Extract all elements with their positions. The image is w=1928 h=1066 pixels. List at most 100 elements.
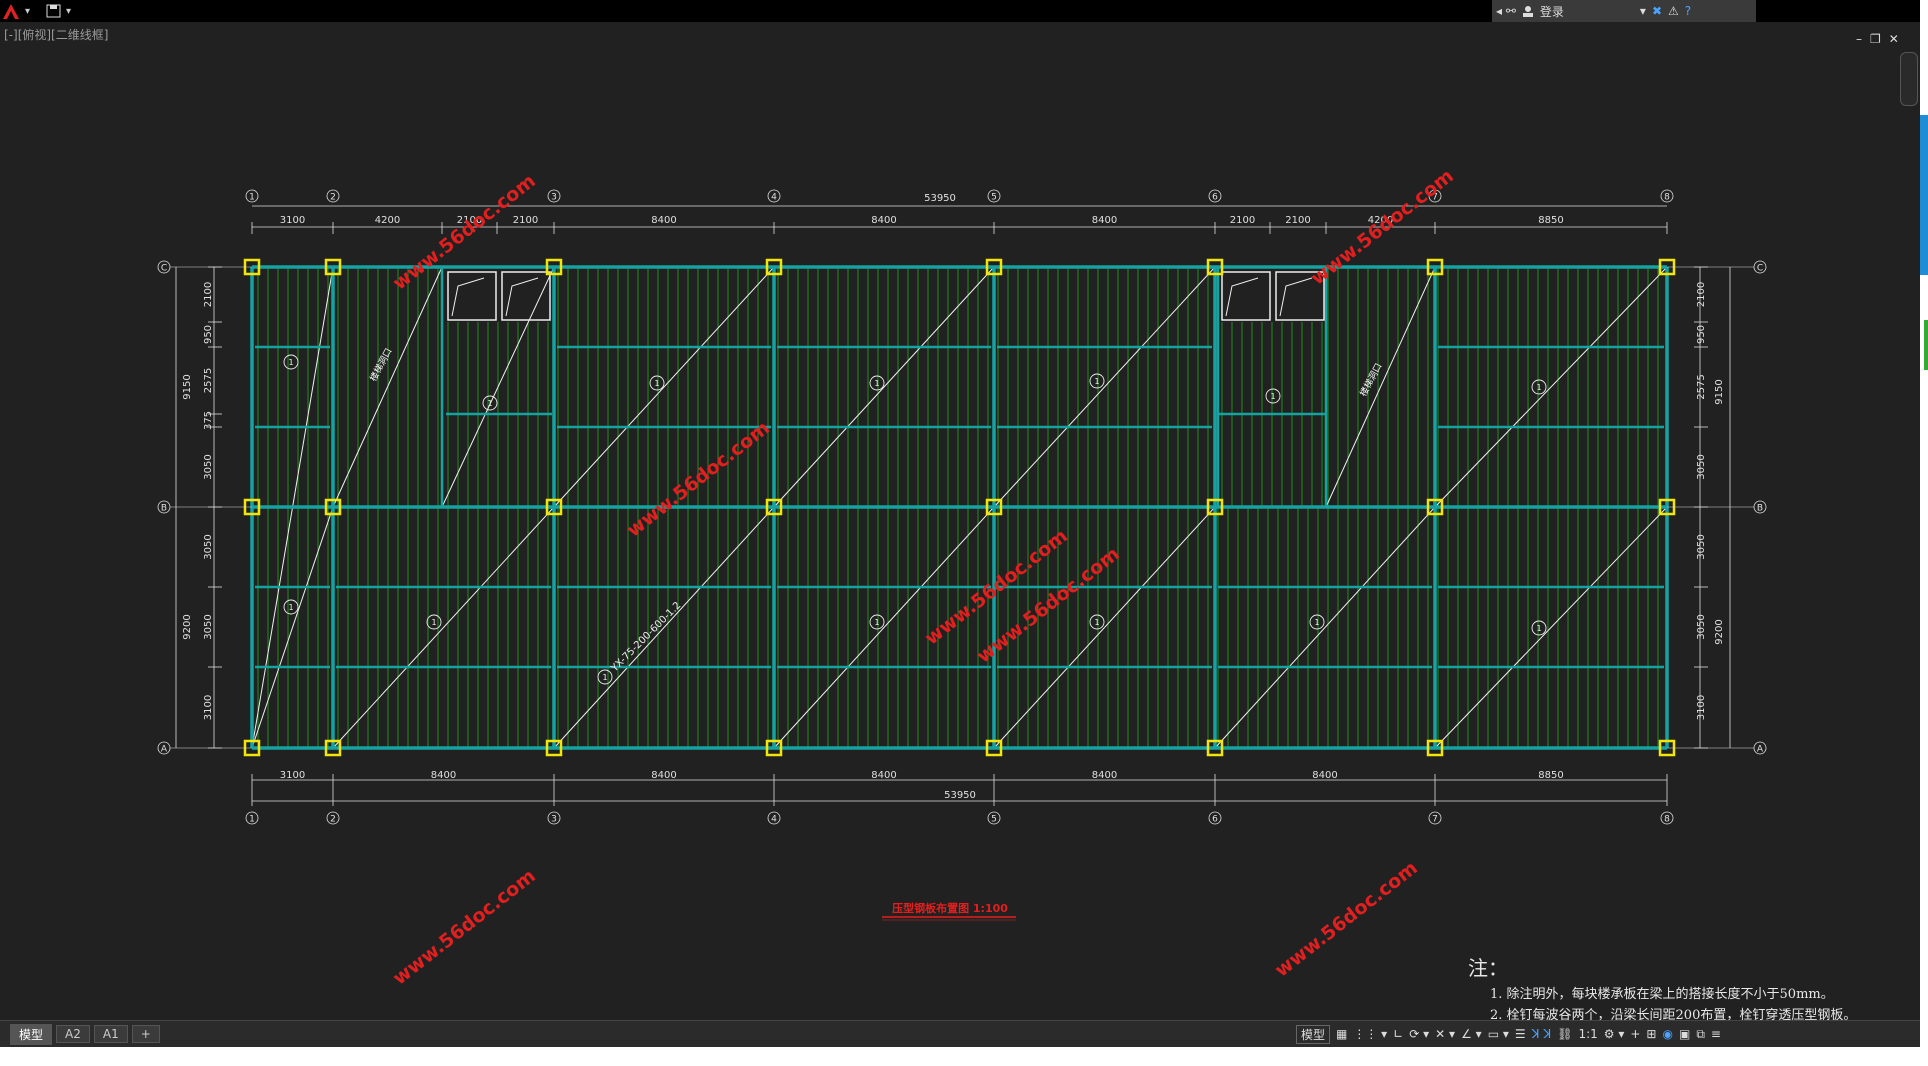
polar-icon[interactable]: ⟳ ▾: [1409, 1027, 1429, 1041]
grid-label: 2: [330, 815, 336, 825]
a360-icon[interactable]: ⚠: [1668, 4, 1679, 18]
notes-heading: 注：: [1468, 956, 1508, 980]
grid-label: 5: [991, 815, 997, 825]
drawing-canvas[interactable]: [-][俯视][二维线框] – ❐ ✕ 楼梯洞口 楼梯洞口 53950 3100 42…: [0, 22, 1920, 1022]
panel-mark-label: 1: [1536, 624, 1541, 633]
clean-screen-icon[interactable]: ⧉: [1696, 1027, 1705, 1042]
grid-label: A: [1757, 745, 1764, 755]
stair-label: 楼梯洞口: [1357, 361, 1385, 398]
dim-value: 3050: [203, 534, 214, 559]
tab-a2[interactable]: A2: [56, 1025, 90, 1043]
model-space-button[interactable]: 模型: [1296, 1024, 1331, 1044]
dim-value: 9150: [1714, 379, 1725, 404]
qat-arrow[interactable]: ▾: [66, 6, 71, 17]
panel-mark-label: 1: [1094, 618, 1099, 627]
tab-model[interactable]: 模型: [10, 1023, 53, 1045]
login-dropdown-icon[interactable]: ▾: [1640, 4, 1646, 18]
span-line: [773, 266, 995, 508]
isolate-icon[interactable]: ◉: [1662, 1027, 1672, 1041]
panel-mark-label: 1: [487, 399, 492, 408]
span-line: [1434, 266, 1668, 508]
dim-total: 53950: [924, 193, 956, 204]
status-bar: 模型 A2 A1 + 模型 ▦ ⋮⋮ ▾ ∟ ⟳ ▾ ✕ ▾ ∠ ▾ ▭ ▾ ☰…: [0, 1020, 1920, 1047]
autocad-logo-icon: [3, 4, 19, 19]
panel-mark-label: 1: [874, 618, 879, 627]
dim-value: 3050: [203, 454, 214, 479]
binoculars-icon[interactable]: ◂ ⚯: [1496, 4, 1516, 18]
dim-value: 3050: [203, 614, 214, 639]
panel-mark-label: 1: [654, 379, 659, 388]
application-menu-button[interactable]: ▾: [0, 0, 38, 22]
span-line: [553, 266, 775, 508]
grid-label: 8: [1664, 815, 1670, 825]
dim-value: 8400: [651, 215, 676, 226]
annotation-scale-value[interactable]: 1:1: [1578, 1027, 1597, 1041]
grid-label: 4: [771, 193, 777, 203]
dim-value: 2100: [1696, 282, 1707, 307]
dim-value: 8400: [1092, 770, 1117, 781]
otrack-icon[interactable]: ∠ ▾: [1461, 1027, 1482, 1041]
user-icon: [1522, 6, 1533, 17]
customization-menu-icon[interactable]: ≡: [1711, 1027, 1721, 1041]
annotation-scale-icon[interactable]: ⛓: [1557, 1027, 1572, 1041]
span-line: [553, 506, 775, 749]
dim-value: 2100: [513, 215, 538, 226]
stair-box: [1221, 271, 1271, 321]
dim-value: 3100: [280, 215, 305, 226]
span-line: [1434, 506, 1668, 749]
ortho-icon[interactable]: ∟: [1393, 1027, 1403, 1041]
grid-label: C: [161, 264, 167, 274]
annotation-visibility-icon[interactable]: ꓘ ꓘ: [1532, 1027, 1552, 1041]
grid-icon[interactable]: ▦: [1336, 1027, 1347, 1041]
panel-mark-label: 1: [288, 603, 293, 612]
dim-value: 8850: [1538, 770, 1563, 781]
plus-icon[interactable]: +: [1630, 1027, 1640, 1041]
beams: [250, 265, 1669, 750]
selection-cycling-icon[interactable]: ▭ ▾: [1488, 1027, 1509, 1041]
dim-value: 9200: [182, 614, 193, 639]
dim-value: 9150: [182, 374, 193, 399]
units-icon[interactable]: ⊞: [1646, 1027, 1656, 1041]
panel-mark-label: 1: [602, 673, 607, 682]
panel-mark-label: 1: [1314, 618, 1319, 627]
help-icon[interactable]: ?: [1685, 4, 1691, 18]
watermark-text: www.56doc.com: [1271, 857, 1422, 982]
save-icon[interactable]: [46, 4, 62, 18]
dim-value: 3050: [1696, 454, 1707, 479]
dim-value: 8850: [1538, 215, 1563, 226]
quick-access-toolbar[interactable]: ▾: [46, 0, 86, 22]
grid-label: 5: [991, 193, 997, 203]
tab-a1[interactable]: A1: [93, 1025, 128, 1043]
dim-value: 8400: [1092, 215, 1117, 226]
infocenter-bar: ◂ ⚯ 登录 ▾ ✖ ⚠ ?: [1492, 0, 1756, 22]
login-button[interactable]: 登录: [1540, 3, 1564, 20]
dim-value: 8400: [651, 770, 676, 781]
note-line: 1. 除注明外，每块楼承板在梁上的搭接长度不小于50mm。: [1490, 987, 1834, 1002]
snap-icon[interactable]: ⋮⋮ ▾: [1353, 1027, 1387, 1041]
panel-mark-label: 1: [1094, 377, 1099, 386]
dim-value: 3100: [280, 770, 305, 781]
stair-label: 楼梯洞口: [367, 346, 395, 383]
grid-label: 7: [1432, 815, 1438, 825]
new-layout-button[interactable]: +: [131, 1025, 160, 1043]
lineweight-icon[interactable]: ☰: [1515, 1027, 1526, 1041]
dim-value: 2575: [203, 368, 214, 393]
navigation-bar[interactable]: [1900, 52, 1918, 106]
side-strip: [1920, 0, 1928, 1066]
dim-value: 2575: [1696, 374, 1707, 399]
drawing-title: 压型钢板布置图 1:100: [882, 901, 1016, 921]
bottom-edge: [0, 1047, 1928, 1066]
stair-arrow: [451, 277, 485, 317]
span-line: [251, 506, 334, 749]
stair-box: [501, 271, 551, 321]
osnap-icon[interactable]: ✕ ▾: [1435, 1027, 1455, 1041]
watermarks: www.56doc.com www.56doc.comwww.56doc.comw…: [389, 165, 1458, 990]
workspace-gear-icon[interactable]: ⚙ ▾: [1604, 1027, 1625, 1041]
panel-mark-label: 1: [431, 618, 436, 627]
dim-value: 8400: [871, 215, 896, 226]
hardware-accel-icon[interactable]: ▣: [1679, 1027, 1690, 1041]
grid-label: C: [1757, 264, 1763, 274]
grid-label: 3: [551, 815, 557, 825]
exchange-icon[interactable]: ✖: [1652, 4, 1662, 18]
grid-label: A: [161, 745, 168, 755]
